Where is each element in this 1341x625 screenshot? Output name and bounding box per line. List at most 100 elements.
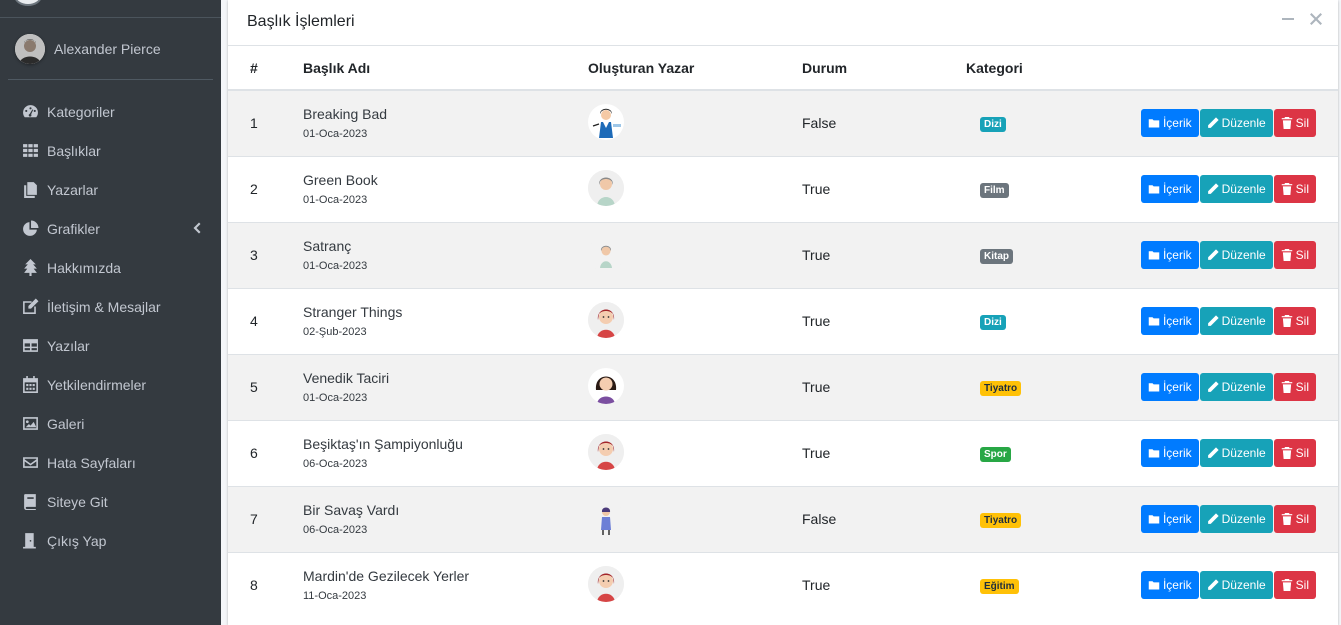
delete-button[interactable]: Sil	[1273, 307, 1316, 335]
row-status: True	[802, 313, 831, 329]
edit-button[interactable]: Düzenle	[1199, 241, 1273, 269]
category-badge: Dizi	[980, 315, 1006, 330]
row-title-cell: Satranç 01-Oca-2023	[303, 222, 588, 288]
edit-button[interactable]: Düzenle	[1199, 373, 1273, 401]
edit-icon	[20, 298, 40, 316]
sidebar-item-label: Hata Sayfaları	[47, 454, 136, 471]
sidebar-item-label: Çıkış Yap	[47, 532, 107, 549]
envelope-icon	[20, 454, 40, 472]
content-button[interactable]: İçerik	[1140, 241, 1199, 269]
row-author-cell	[588, 156, 802, 222]
row-category-cell: Dizi	[966, 90, 1106, 156]
row-category-cell: Dizi	[966, 288, 1106, 354]
folder-icon	[1148, 119, 1160, 128]
sidebar-item-kategoriler[interactable]: Kategoriler	[0, 92, 221, 131]
sidebar-item-yazilar[interactable]: Yazılar	[0, 326, 221, 365]
content-button[interactable]: İçerik	[1140, 439, 1199, 467]
table-row: 8 Mardin'de Gezilecek Yerler 11-Oca-2023…	[228, 552, 1338, 618]
grid-icon	[20, 142, 40, 160]
sidebar-item-cikis-yap[interactable]: Çıkış Yap	[0, 521, 221, 560]
card-header: Başlık İşlemleri	[228, 0, 1338, 46]
author-avatar	[588, 169, 624, 206]
row-date: 02-Şub-2023	[303, 326, 367, 338]
calendar-icon	[20, 376, 40, 394]
delete-button[interactable]: Sil	[1273, 109, 1316, 138]
chevron-left-icon[interactable]	[191, 221, 201, 235]
pencil-icon	[1207, 183, 1219, 194]
row-actions: İçerik Düzenle Sil	[1106, 288, 1338, 354]
row-number: 7	[250, 511, 258, 527]
close-icon[interactable]	[1308, 13, 1324, 29]
edit-button[interactable]: Düzenle	[1199, 175, 1273, 203]
trash-icon	[1281, 183, 1292, 195]
edit-button[interactable]: Düzenle	[1199, 505, 1273, 533]
category-badge: Eğitim	[980, 579, 1019, 595]
row-category-cell: Tiyatro	[966, 354, 1106, 420]
sidebar-item-grafikler[interactable]: Grafikler	[0, 209, 221, 248]
row-actions: İçerik Düzenle Sil	[1106, 222, 1338, 288]
edit-button[interactable]: Düzenle	[1199, 439, 1273, 467]
trash-icon	[1281, 513, 1292, 525]
delete-button[interactable]: Sil	[1273, 505, 1316, 533]
row-actions: İçerik Düzenle Sil	[1106, 354, 1338, 420]
author-avatar	[588, 367, 624, 404]
delete-button[interactable]: Sil	[1273, 241, 1316, 269]
content-button[interactable]: İçerik	[1140, 505, 1199, 533]
user-panel[interactable]: Alexander Pierce	[0, 18, 221, 80]
row-category-cell: Tiyatro	[966, 486, 1106, 552]
row-actions: İçerik Düzenle Sil	[1106, 156, 1338, 222]
category-badge: Dizi	[980, 117, 1006, 133]
folder-icon	[1148, 251, 1160, 260]
sidebar: Alexander Pierce Kategoriler Başlıklar Y…	[0, 0, 221, 625]
row-title: Green Book	[303, 172, 378, 188]
sidebar-item-hakkimizda[interactable]: Hakkımızda	[0, 248, 221, 287]
sidebar-item-hata-sayfalari[interactable]: Hata Sayfaları	[0, 443, 221, 482]
content-button[interactable]: İçerik	[1140, 307, 1199, 335]
avatar[interactable]	[15, 34, 45, 64]
edit-button[interactable]: Düzenle	[1199, 109, 1273, 138]
edit-button[interactable]: Düzenle	[1199, 307, 1273, 335]
row-date: 06-Oca-2023	[303, 524, 368, 536]
row-author-cell	[588, 354, 802, 420]
row-date: 01-Oca-2023	[303, 392, 368, 404]
row-actions: İçerik Düzenle Sil	[1106, 552, 1338, 618]
sidebar-item-yetkilendirmeler[interactable]: Yetkilendirmeler	[0, 365, 221, 404]
row-title-cell: Bir Savaş Vardı 06-Oca-2023	[303, 486, 588, 552]
titles-card: Başlık İşlemleri # Başlık Adı Oluşturan …	[228, 0, 1338, 625]
sidebar-item-basliklar[interactable]: Başlıklar	[0, 131, 221, 170]
sidebar-item-label: Grafikler	[47, 220, 100, 237]
sidebar-item-iletisim[interactable]: İletişim & Mesajlar	[0, 287, 221, 326]
brand-logo[interactable]	[14, 0, 42, 6]
pencil-icon	[1207, 249, 1219, 260]
folder-icon	[1148, 449, 1160, 458]
category-badge: Film	[980, 183, 1009, 198]
row-status: True	[802, 445, 831, 461]
content-button[interactable]: İçerik	[1140, 175, 1199, 203]
delete-button[interactable]: Sil	[1273, 373, 1316, 401]
row-status: False	[802, 511, 837, 527]
row-title-cell: Green Book 01-Oca-2023	[303, 156, 588, 222]
delete-button[interactable]: Sil	[1273, 175, 1316, 203]
tree-icon	[20, 259, 40, 277]
content-button[interactable]: İçerik	[1140, 109, 1199, 138]
edit-button[interactable]: Düzenle	[1199, 571, 1273, 600]
table-header-row: # Başlık Adı Oluşturan Yazar Durum Kateg…	[228, 46, 1338, 91]
trash-icon	[1281, 315, 1292, 327]
sidebar-item-galeri[interactable]: Galeri	[0, 404, 221, 443]
row-author-cell	[588, 222, 802, 288]
content-button[interactable]: İçerik	[1140, 571, 1199, 600]
content-button[interactable]: İçerik	[1140, 373, 1199, 401]
table-row: 5 Venedik Taciri 01-Oca-2023 True Tiyatr…	[228, 354, 1338, 420]
row-title-cell: Venedik Taciri 01-Oca-2023	[303, 354, 588, 420]
user-name[interactable]: Alexander Pierce	[54, 41, 161, 57]
delete-button[interactable]: Sil	[1273, 439, 1316, 467]
row-title-cell: Mardin'de Gezilecek Yerler 11-Oca-2023	[303, 552, 588, 618]
column-header-title: Başlık Adı	[303, 46, 588, 91]
sidebar-item-siteye-git[interactable]: Siteye Git	[0, 482, 221, 521]
trash-icon	[1281, 249, 1292, 261]
delete-button[interactable]: Sil	[1273, 571, 1316, 600]
author-avatar	[588, 301, 624, 338]
pencil-icon	[1207, 513, 1219, 524]
sidebar-item-yazarlar[interactable]: Yazarlar	[0, 170, 221, 209]
collapse-icon[interactable]	[1280, 13, 1296, 29]
